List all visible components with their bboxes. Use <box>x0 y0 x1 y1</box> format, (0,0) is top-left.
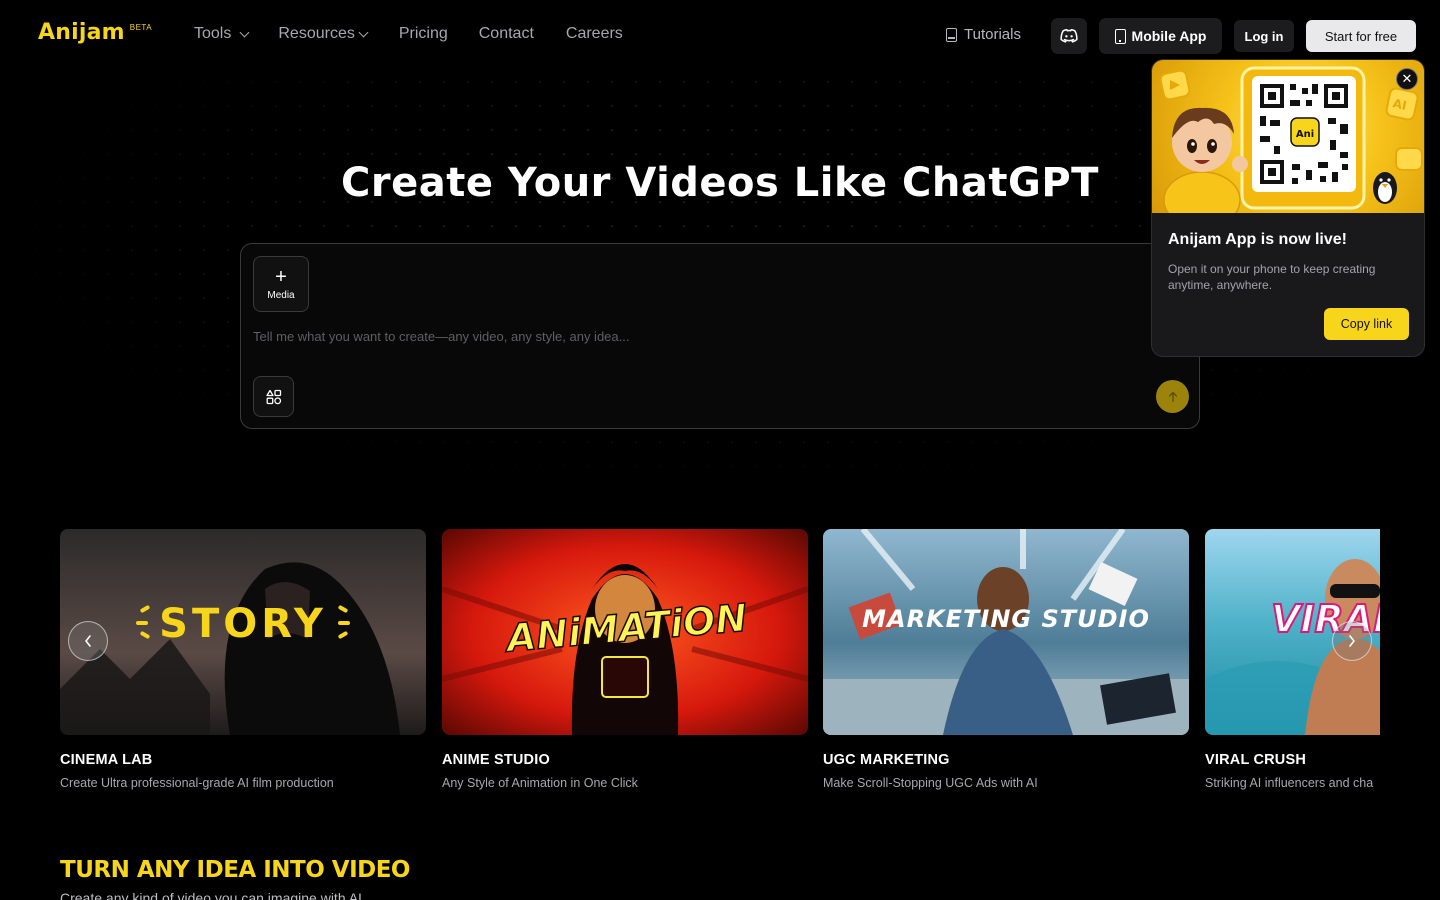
nav-tools-label: Tools <box>194 25 232 42</box>
card-title: ANIME STUDIO <box>442 752 550 768</box>
ai-badge-text: AI <box>1392 96 1408 113</box>
prompt-box: + Media <box>240 243 1200 429</box>
add-media-button[interactable]: + Media <box>253 256 309 312</box>
mobile-app-popup: AI Ani ✕ Anijam App is now live! Open it… <box>1151 59 1425 357</box>
nav-links: Tools Resources Pricing Contact Careers <box>194 25 623 43</box>
card-description: Make Scroll-Stopping UGC Ads with AI <box>823 776 1038 790</box>
card-thumbnail: MARKETING STUDIO <box>823 529 1189 735</box>
book-icon <box>946 27 957 42</box>
card-anime-studio[interactable]: ANiMATiON ANIME STUDIO Any Style of Anim… <box>442 529 808 804</box>
send-button[interactable] <box>1156 380 1189 413</box>
chevron-down-icon <box>358 27 369 37</box>
popup-title: Anijam App is now live! <box>1168 231 1347 248</box>
card-description: Striking AI influencers and cha <box>1205 776 1374 790</box>
popup-banner-image: AI Ani <box>1152 60 1424 213</box>
section-title: TURN ANY IDEA INTO VIDEO <box>60 857 410 883</box>
beta-badge: BETA <box>129 23 153 32</box>
discord-icon <box>1060 29 1078 43</box>
start-for-free-button[interactable]: Start for free <box>1306 20 1416 52</box>
tutorials-label: Tutorials <box>964 26 1021 43</box>
mobile-app-button[interactable]: Mobile App <box>1099 18 1222 54</box>
plus-icon: + <box>275 265 287 288</box>
carousel-prev-button[interactable] <box>68 621 108 661</box>
popup-description: Open it on your phone to keep creating a… <box>1168 262 1376 292</box>
shapes-icon <box>265 389 281 404</box>
card-overlay-marketing-studio: MARKETING STUDIO <box>862 605 1150 633</box>
qr-badge-text: Ani <box>1296 129 1314 140</box>
popup-close-button[interactable]: ✕ <box>1396 68 1418 90</box>
app-promo-illustration: AI Ani <box>1159 66 1423 213</box>
card-viral-crush[interactable]: VIRAL VIRAL CRUSH Striking AI influencer… <box>1205 529 1380 804</box>
card-title: UGC MARKETING <box>823 752 950 768</box>
card-thumbnail: ANiMATiON <box>442 529 808 735</box>
carousel-next-button[interactable] <box>1332 621 1372 661</box>
card-ugc-marketing[interactable]: MARKETING STUDIO UGC MARKETING Make Scro… <box>823 529 1189 804</box>
prompt-input[interactable] <box>253 326 1133 346</box>
nav-tools[interactable]: Tools <box>194 25 250 43</box>
mobile-app-label: Mobile App <box>1131 28 1207 44</box>
login-button[interactable]: Log in <box>1234 20 1294 52</box>
section-subtitle: Create any kind of video you can imagine… <box>60 890 362 900</box>
card-description: Any Style of Animation in One Click <box>442 776 638 790</box>
shapes-tool-button[interactable] <box>253 376 294 417</box>
card-description: Create Ultra professional-grade AI film … <box>60 776 334 790</box>
chevron-right-icon <box>1349 635 1355 647</box>
nav-pricing[interactable]: Pricing <box>399 25 448 43</box>
copy-link-button[interactable]: Copy link <box>1324 308 1409 340</box>
chevron-down-icon <box>239 27 250 37</box>
nav-resources-label: Resources <box>278 25 355 42</box>
phone-icon <box>1114 28 1126 44</box>
card-cinema-lab[interactable]: STORY CINEMA LAB Create Ultra profession… <box>60 529 426 804</box>
arrow-up-icon <box>1168 391 1177 402</box>
logo[interactable]: Anijam BETA <box>38 20 152 45</box>
card-thumbnail: STORY <box>60 529 426 735</box>
nav-resources[interactable]: Resources <box>278 25 369 43</box>
card-overlay-story: STORY <box>159 601 327 647</box>
discord-button[interactable] <box>1051 18 1087 54</box>
nav-careers[interactable]: Careers <box>566 25 623 43</box>
nav-contact[interactable]: Contact <box>479 25 534 43</box>
media-label: Media <box>267 289 295 301</box>
chevron-left-icon <box>85 635 91 647</box>
card-title: VIRAL CRUSH <box>1205 752 1307 768</box>
card-title: CINEMA LAB <box>60 752 153 768</box>
feature-carousel: STORY CINEMA LAB Create Ultra profession… <box>60 529 1380 804</box>
close-icon: ✕ <box>1401 71 1413 86</box>
logo-text: Anijam <box>38 20 125 45</box>
tutorials-link[interactable]: Tutorials <box>946 26 1021 43</box>
